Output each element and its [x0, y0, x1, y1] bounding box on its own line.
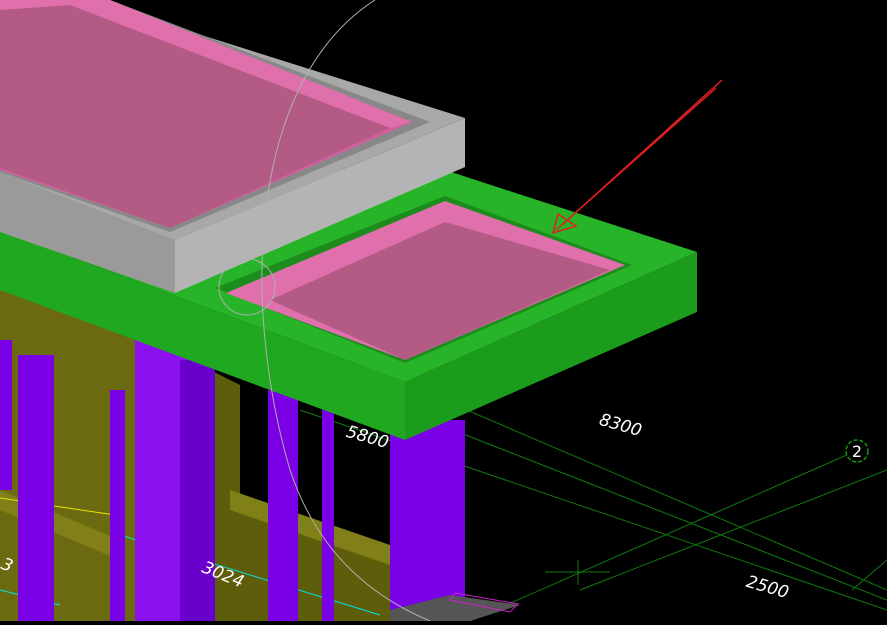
column — [322, 405, 334, 621]
column — [180, 360, 215, 621]
cad-3d-viewport[interactable]: 2 8300 5800 2500 3024 3 — [0, 0, 887, 622]
axis-bubble-icon[interactable]: 2 — [845, 439, 869, 463]
dimension-8300: 8300 — [597, 410, 644, 441]
column — [18, 355, 54, 621]
dimension-2500: 2500 — [744, 572, 791, 603]
column — [390, 420, 465, 621]
column — [268, 390, 298, 621]
red-arrow-icon — [551, 79, 723, 235]
axis-label: 2 — [852, 442, 862, 461]
column — [110, 390, 125, 621]
column — [0, 340, 12, 490]
